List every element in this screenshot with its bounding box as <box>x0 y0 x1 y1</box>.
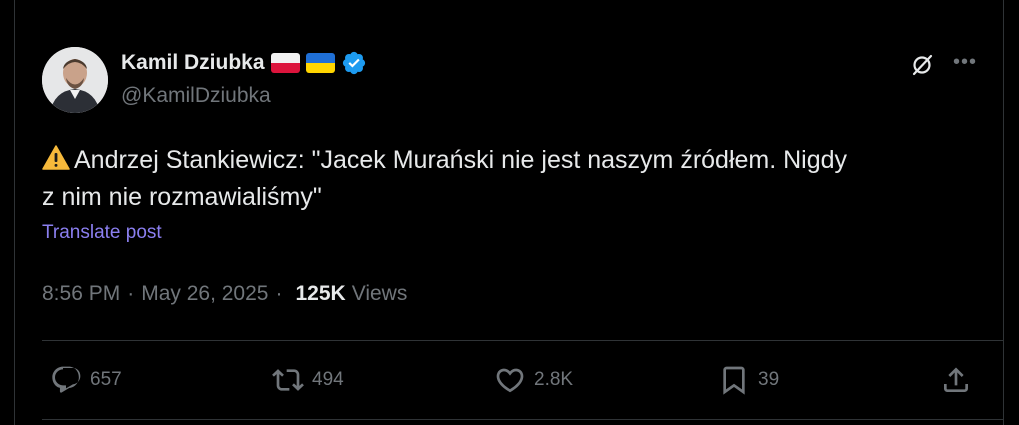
bookmark-count: 39 <box>758 369 780 390</box>
bottom-divider <box>42 419 1003 420</box>
author-row: Kamil Dziubka <box>121 50 367 76</box>
post-text-line-2: z nim nie rozmawialiśmy" <box>42 183 322 211</box>
post-text-line-1: Andrzej Stankiewicz: "Jacek Murański nie… <box>74 146 848 174</box>
post-date[interactable]: May 26, 2025 <box>141 282 268 306</box>
bookmark-button[interactable]: 39 <box>718 364 779 396</box>
views-count: 125K <box>295 282 346 305</box>
author-handle[interactable]: @KamilDziubka <box>121 84 271 108</box>
reply-icon <box>52 366 81 393</box>
meta-separator-2: · <box>275 282 283 305</box>
heart-icon <box>496 368 524 393</box>
grok-icon[interactable] <box>910 53 934 77</box>
reply-button[interactable]: 657 <box>50 364 122 396</box>
views-label: Views <box>351 282 408 305</box>
post: Kamil Dziubka @KamilDziubka ••• Andrzej … <box>15 0 1003 425</box>
repost-icon <box>272 369 304 391</box>
pl-flag-icon <box>270 53 300 73</box>
translate-post-link[interactable]: Translate post <box>42 222 162 244</box>
divider <box>42 340 1003 341</box>
meta-separator: · <box>127 282 135 305</box>
bookmark-icon <box>723 366 745 395</box>
warning-icon <box>42 145 70 170</box>
author-name[interactable]: Kamil Dziubka <box>121 51 265 75</box>
like-button[interactable]: 2.8K <box>494 364 573 396</box>
like-count: 2.8K <box>534 369 574 390</box>
ua-flag-icon <box>305 53 335 73</box>
frame-border-right <box>1003 0 1004 425</box>
share-button[interactable] <box>940 364 980 396</box>
reply-count: 657 <box>90 369 122 390</box>
post-text: Andrzej Stankiewicz: "Jacek Murański nie… <box>42 142 992 216</box>
more-options-icon[interactable]: ••• <box>953 52 977 72</box>
repost-button[interactable]: 494 <box>272 364 344 396</box>
verified-badge-icon[interactable] <box>341 50 367 76</box>
avatar[interactable] <box>42 47 108 113</box>
post-meta: 8:56 PM · May 26, 2025 · 125K Views <box>42 282 407 306</box>
post-time[interactable]: 8:56 PM <box>42 282 120 306</box>
share-icon <box>944 367 968 392</box>
repost-count: 494 <box>312 369 344 390</box>
avatar-photo <box>42 47 108 113</box>
